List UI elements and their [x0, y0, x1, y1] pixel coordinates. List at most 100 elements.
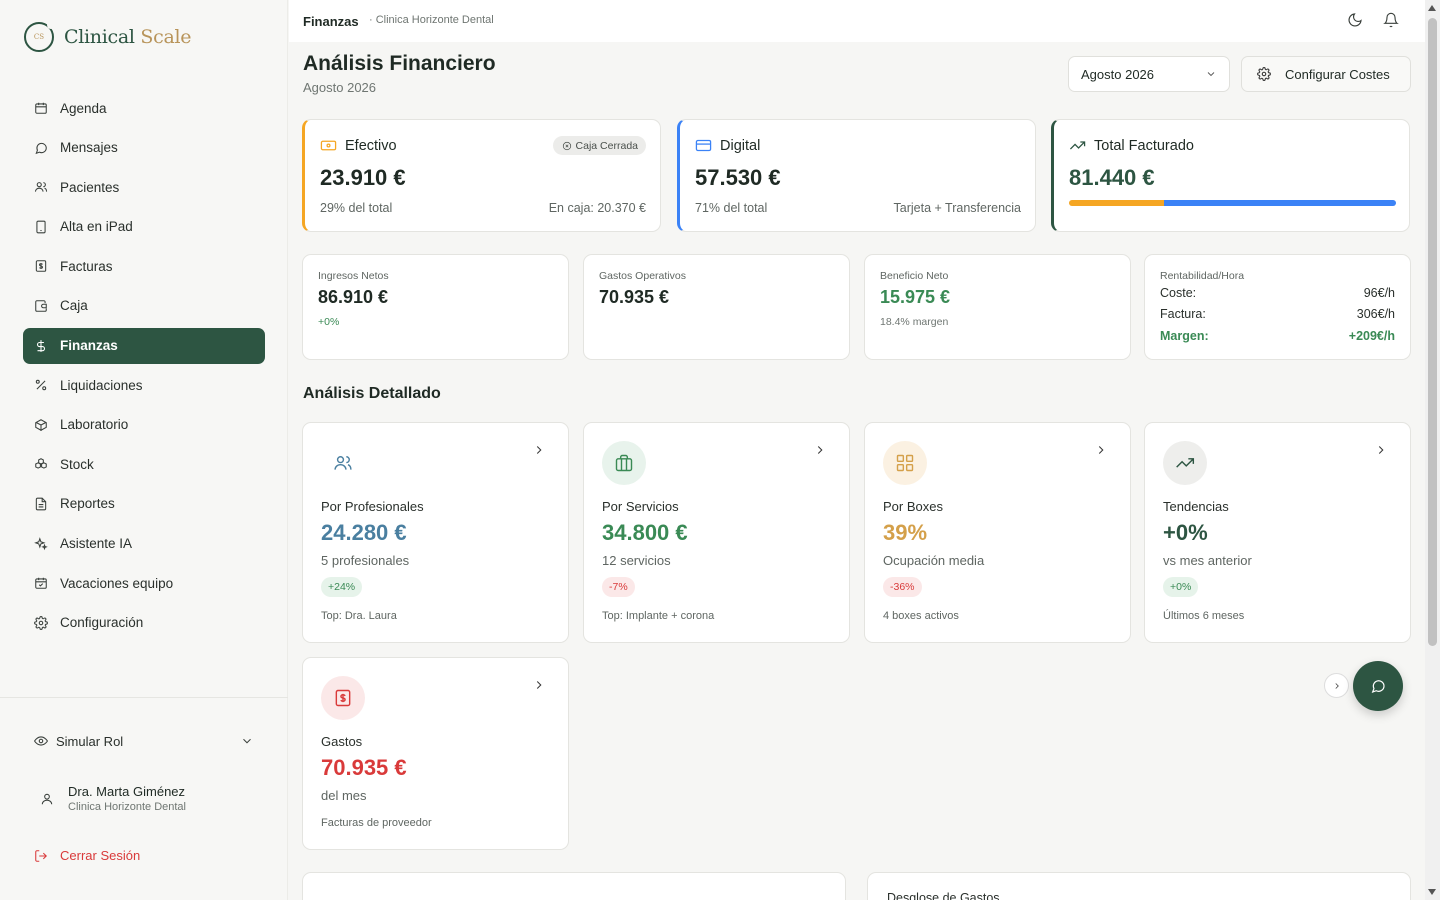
margen-row: Margen: +209€/h — [1160, 329, 1395, 343]
sidebar-item-laboratorio[interactable]: Laboratorio — [23, 407, 265, 443]
card-title: Gastos — [321, 734, 363, 749]
tendencias-card[interactable]: Tendencias +0% vs mes anterior +0% Últim… — [1144, 422, 1411, 643]
app-name-accent: Scale — [140, 26, 192, 48]
caja-cerrada-text: Caja Cerrada — [575, 139, 638, 152]
eye-icon — [34, 736, 48, 746]
breadcrumb-clinic: · Clinica Horizonte Dental — [369, 14, 494, 26]
sidebar-item-facturas[interactable]: Facturas — [23, 248, 265, 284]
efectivo-pct: 29% del total — [320, 201, 393, 215]
chevron-right-icon[interactable] — [532, 443, 546, 457]
change-badge: -7% — [602, 577, 635, 597]
percent-icon — [35, 379, 47, 391]
briefcase-icon — [615, 454, 633, 472]
scroll-thumb[interactable] — [1428, 18, 1437, 646]
sidebar-item-liquidaciones[interactable]: Liquidaciones — [23, 367, 265, 403]
user-name: Dra. Marta Giménez — [68, 784, 186, 799]
sidebar-item-label: Pacientes — [60, 179, 120, 195]
user-icon — [41, 793, 53, 804]
boxes-icon-wrap — [883, 441, 927, 485]
sidebar-item-caja[interactable]: Caja — [23, 288, 265, 324]
gear-icon — [1257, 67, 1271, 81]
sidebar-item-pacientes[interactable]: Pacientes — [23, 169, 265, 205]
circle-x-icon — [562, 141, 571, 150]
user-org: Clinica Horizonte Dental — [68, 801, 186, 813]
card-subtitle: 12 servicios — [602, 553, 671, 568]
sidebar-item-label: Stock — [60, 456, 94, 472]
gastos-operativos-card: Gastos Operativos 70.935 € — [583, 254, 850, 360]
wallet-icon — [35, 300, 47, 312]
moon-icon — [1348, 13, 1362, 27]
total-value: 81.440 € — [1069, 165, 1155, 190]
page-scrollbar[interactable] — [1425, 0, 1440, 900]
change-badge: +24% — [321, 577, 363, 597]
efectivo-label: Efectivo — [345, 137, 397, 154]
por-servicios-card[interactable]: Por Servicios 34.800 € 12 servicios -7% … — [583, 422, 850, 643]
sidebar-item-mensajes[interactable]: Mensajes — [23, 130, 265, 166]
desglose-gastos-card: Desglose de Gastos — [867, 872, 1411, 900]
efectivo-card: Efectivo Caja Cerrada 23.910 € 29% del t… — [302, 119, 661, 232]
sidebar-item-asistente-ia[interactable]: Asistente IA — [23, 526, 265, 562]
por-boxes-card[interactable]: Por Boxes 39% Ocupación media -36% 4 box… — [864, 422, 1131, 643]
card-value: 24.280 € — [321, 520, 407, 545]
sidebar-item-finanzas[interactable]: Finanzas — [23, 327, 265, 364]
sidebar-item-stock[interactable]: Stock — [23, 446, 265, 482]
sidebar-item-alta-ipad[interactable]: Alta en iPad — [23, 209, 265, 245]
app-logo[interactable]: CS Clinical Scale — [24, 21, 192, 52]
trending-up-icon — [1176, 458, 1195, 468]
chevron-right-icon — [1334, 682, 1339, 689]
card-title: Por Servicios — [602, 499, 679, 514]
configurar-costes-label: Configurar Costes — [1285, 66, 1390, 82]
sidebar-item-configuracion[interactable]: Configuración — [23, 605, 265, 641]
desglose-gastos-title: Desglose de Gastos — [887, 891, 1000, 900]
month-select[interactable]: Agosto 2026 — [1068, 56, 1230, 92]
breadcrumb-main[interactable]: Finanzas — [303, 14, 359, 29]
invoice-icon — [35, 260, 47, 273]
caja-cerrada-badge: Caja Cerrada — [552, 136, 646, 155]
chat-fab-button[interactable] — [1353, 661, 1403, 711]
kpi-margin: 18.4% margen — [880, 316, 949, 328]
sidebar-item-label: Alta en iPad — [60, 219, 133, 235]
scroll-up-arrow[interactable] — [1428, 5, 1436, 11]
kpi-change: +0% — [318, 316, 340, 328]
digital-card: Digital 57.530 € 71% del total Tarjeta +… — [677, 119, 1036, 232]
kpi-label: Beneficio Neto — [880, 270, 949, 282]
card-footnote: Top: Dra. Laura — [321, 610, 397, 622]
simular-rol-select[interactable]: Simular Rol — [34, 730, 254, 752]
tablet-icon — [36, 220, 46, 234]
logout-button[interactable]: Cerrar Sesión — [34, 848, 140, 863]
factura-row: Factura: 306€/h — [1160, 307, 1395, 321]
theme-toggle-button[interactable] — [1347, 12, 1363, 28]
calendar-icon — [35, 102, 47, 114]
carousel-next-button[interactable] — [1324, 673, 1349, 698]
banknote-icon — [320, 140, 337, 151]
card-footnote: Top: Implante + corona — [602, 610, 715, 622]
sidebar-item-agenda[interactable]: Agenda — [23, 90, 265, 126]
chevron-right-icon[interactable] — [1374, 443, 1388, 457]
chevron-right-icon[interactable] — [813, 443, 827, 457]
kpi-value: 86.910 € — [318, 287, 389, 307]
user-profile[interactable]: Dra. Marta Giménez Clinica Horizonte Den… — [40, 784, 186, 813]
chevron-right-icon[interactable] — [532, 678, 546, 692]
change-badge: +0% — [1163, 577, 1199, 597]
chevron-right-icon[interactable] — [1094, 443, 1108, 457]
simular-rol-label: Simular Rol — [56, 733, 124, 749]
card-footnote: Últimos 6 meses — [1163, 610, 1245, 622]
sidebar-nav: Agenda Mensajes Pacientes Alta en iPad F… — [23, 90, 265, 644]
por-profesionales-card[interactable]: Por Profesionales 24.280 € 5 profesional… — [302, 422, 569, 643]
margen-label: Margen: — [1160, 329, 1209, 343]
trends-icon-wrap — [1163, 441, 1207, 485]
month-select-value: Agosto 2026 — [1081, 66, 1155, 82]
efectivo-header: Efectivo — [320, 137, 397, 154]
notifications-button[interactable] — [1383, 12, 1399, 28]
sidebar-item-vacaciones[interactable]: Vacaciones equipo — [23, 565, 265, 601]
card-subtitle: Ocupación media — [883, 553, 985, 568]
configurar-costes-button[interactable]: Configurar Costes — [1241, 56, 1411, 92]
coste-label: Coste: — [1160, 286, 1197, 300]
gastos-card[interactable]: Gastos 70.935 € del mes Facturas de prov… — [302, 657, 569, 850]
scroll-down-arrow[interactable] — [1428, 889, 1436, 895]
efectivo-value: 23.910 € — [320, 165, 406, 190]
sidebar: CS Clinical Scale Agenda Mensajes Pacien… — [0, 0, 288, 900]
factura-value: 306€/h — [1356, 307, 1395, 321]
page-subtitle: Agosto 2026 — [303, 80, 377, 95]
sidebar-item-reportes[interactable]: Reportes — [23, 486, 265, 522]
